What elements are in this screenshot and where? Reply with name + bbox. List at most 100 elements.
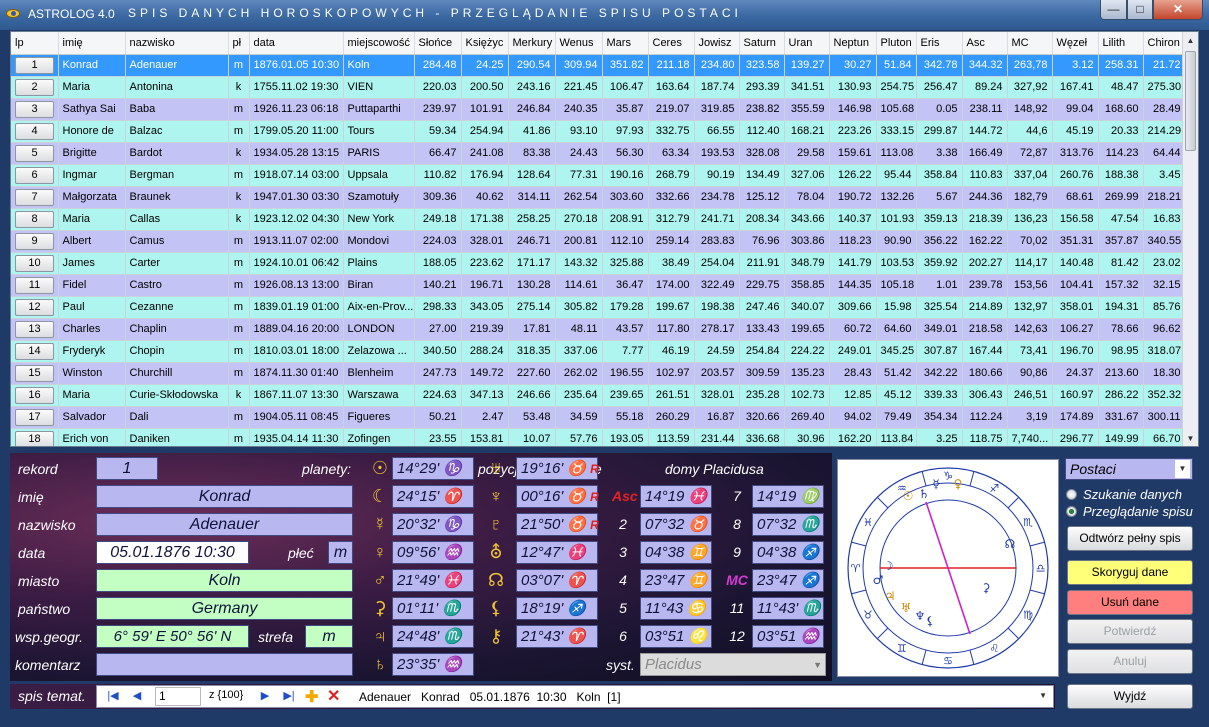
table-cell[interactable]: 246.84: [508, 98, 556, 121]
maximize-button[interactable]: □: [1127, 0, 1153, 20]
table-cell[interactable]: 1924.10.01 06:42: [249, 252, 344, 275]
table-row[interactable]: 5 Brigitte Bardot k 1934.05.28 13:15 PARIS 66.…: [11, 142, 1186, 165]
table-cell[interactable]: 341.51: [784, 76, 830, 99]
table-cell[interactable]: 3.12: [1052, 54, 1099, 77]
table-cell[interactable]: 194.31: [1098, 296, 1144, 319]
row-select-button[interactable]: 5: [15, 144, 54, 162]
table-cell[interactable]: Paul: [58, 296, 126, 319]
table-cell[interactable]: Braunek: [125, 186, 229, 209]
table-cell[interactable]: 240.35: [555, 98, 603, 121]
table-cell[interactable]: m: [228, 274, 250, 297]
minimize-button[interactable]: —: [1100, 0, 1127, 20]
table-cell[interactable]: 358.01: [1052, 296, 1099, 319]
table-cell[interactable]: 176.94: [461, 164, 509, 187]
table-cell[interactable]: m: [228, 98, 250, 121]
table-cell[interactable]: Erich von: [58, 428, 126, 446]
column-header[interactable]: Ceres: [648, 32, 695, 55]
table-cell[interactable]: 1889.04.16 20:00: [249, 318, 344, 341]
table-cell[interactable]: Antonina: [125, 76, 229, 99]
table-cell[interactable]: 83.38: [508, 142, 556, 165]
table-cell[interactable]: Fryderyk: [58, 340, 126, 363]
table-cell[interactable]: 66.55: [694, 120, 740, 143]
table-cell[interactable]: 1918.07.14 03:00: [249, 164, 344, 187]
table-cell[interactable]: 249.01: [829, 340, 877, 363]
table-cell[interactable]: 179.28: [602, 296, 649, 319]
table-cell[interactable]: 16.87: [694, 406, 740, 429]
table-cell[interactable]: Uppsala: [343, 164, 415, 187]
table-cell[interactable]: 223.62: [461, 252, 509, 275]
row-number-cell[interactable]: 13: [11, 318, 59, 341]
table-cell[interactable]: m: [228, 54, 250, 77]
confirm-button[interactable]: Potwierdź: [1067, 619, 1193, 644]
table-cell[interactable]: 278.17: [694, 318, 740, 341]
table-cell[interactable]: Małgorzata: [58, 186, 126, 209]
table-cell[interactable]: 134.49: [739, 164, 785, 187]
table-cell[interactable]: 106.27: [1052, 318, 1099, 341]
table-cell[interactable]: k: [228, 186, 250, 209]
row-select-button[interactable]: 4: [15, 122, 54, 140]
table-cell[interactable]: 96.62: [1143, 318, 1186, 341]
table-cell[interactable]: LONDON: [343, 318, 415, 341]
next-record-icon[interactable]: ▶: [257, 689, 273, 702]
table-cell[interactable]: 269.40: [784, 406, 830, 429]
table-cell[interactable]: 1876.01.05 10:30: [249, 54, 344, 77]
table-cell[interactable]: 307.87: [916, 340, 963, 363]
table-cell[interactable]: 40.62: [461, 186, 509, 209]
table-cell[interactable]: 27.00: [414, 318, 462, 341]
table-cell[interactable]: 1947.01.30 03:30: [249, 186, 344, 209]
table-cell[interactable]: 1.01: [916, 274, 963, 297]
table-cell[interactable]: Zelazowa ...: [343, 340, 415, 363]
table-row[interactable]: 8 Maria Callas k 1923.12.02 04:30 New York 249…: [11, 208, 1186, 231]
row-number-cell[interactable]: 4: [11, 120, 59, 143]
table-cell[interactable]: 180.66: [962, 362, 1008, 385]
table-cell[interactable]: 81.42: [1098, 252, 1144, 275]
column-header[interactable]: Słońce: [414, 32, 462, 55]
table-cell[interactable]: 98.95: [1098, 340, 1144, 363]
table-cell[interactable]: Camus: [125, 230, 229, 253]
correct-data-button[interactable]: Skoryguj dane: [1067, 560, 1193, 585]
row-number-cell[interactable]: 7: [11, 186, 59, 209]
row-number-cell[interactable]: 15: [11, 362, 59, 385]
table-cell[interactable]: Puttaparthi: [343, 98, 415, 121]
table-cell[interactable]: 260.76: [1052, 164, 1099, 187]
table-cell[interactable]: 359.92: [916, 252, 963, 275]
table-cell[interactable]: 132.26: [876, 186, 917, 209]
table-cell[interactable]: Szamotuły: [343, 186, 415, 209]
table-cell[interactable]: 64.60: [876, 318, 917, 341]
table-cell[interactable]: 44,6: [1007, 120, 1053, 143]
last-record-icon[interactable]: ▶|: [281, 689, 297, 702]
table-row[interactable]: 6 Ingmar Bergman m 1918.07.14 03:00 Uppsala 11…: [11, 164, 1186, 187]
column-header[interactable]: lp: [11, 32, 59, 55]
table-cell[interactable]: Adenauer: [125, 54, 229, 77]
table-cell[interactable]: 24.43: [555, 142, 603, 165]
table-cell[interactable]: 50.21: [414, 406, 462, 429]
table-cell[interactable]: 1810.03.01 18:00: [249, 340, 344, 363]
table-cell[interactable]: Zofingen: [343, 428, 415, 446]
table-cell[interactable]: 318.07: [1143, 340, 1186, 363]
table-cell[interactable]: 268.79: [648, 164, 695, 187]
exit-button[interactable]: Wyjdź: [1067, 684, 1193, 709]
table-cell[interactable]: New York: [343, 208, 415, 231]
table-cell[interactable]: 199.65: [784, 318, 830, 341]
table-cell[interactable]: 243.16: [508, 76, 556, 99]
table-cell[interactable]: 174.89: [1052, 406, 1099, 429]
table-cell[interactable]: Balzac: [125, 120, 229, 143]
table-row[interactable]: 2 Maria Antonina k 1755.11.02 19:30 VIEN 220.0…: [11, 76, 1186, 99]
table-cell[interactable]: 157.32: [1098, 274, 1144, 297]
table-cell[interactable]: 249.18: [414, 208, 462, 231]
table-cell[interactable]: 262.02: [555, 362, 603, 385]
table-cell[interactable]: 24.25: [461, 54, 509, 77]
table-cell[interactable]: 55.18: [602, 406, 649, 429]
table-cell[interactable]: 117.80: [648, 318, 695, 341]
table-cell[interactable]: 3.45: [1143, 164, 1186, 187]
table-cell[interactable]: 130.93: [829, 76, 877, 99]
house-system-select[interactable]: Placidus ▼: [640, 653, 826, 676]
table-cell[interactable]: 163.64: [648, 76, 695, 99]
table-cell[interactable]: 10.07: [508, 428, 556, 446]
table-cell[interactable]: 143.32: [555, 252, 603, 275]
table-cell[interactable]: 229.75: [739, 274, 785, 297]
table-cell[interactable]: 21.72: [1143, 54, 1186, 77]
table-cell[interactable]: Bergman: [125, 164, 229, 187]
table-cell[interactable]: 28.43: [829, 362, 877, 385]
table-cell[interactable]: 309.66: [829, 296, 877, 319]
